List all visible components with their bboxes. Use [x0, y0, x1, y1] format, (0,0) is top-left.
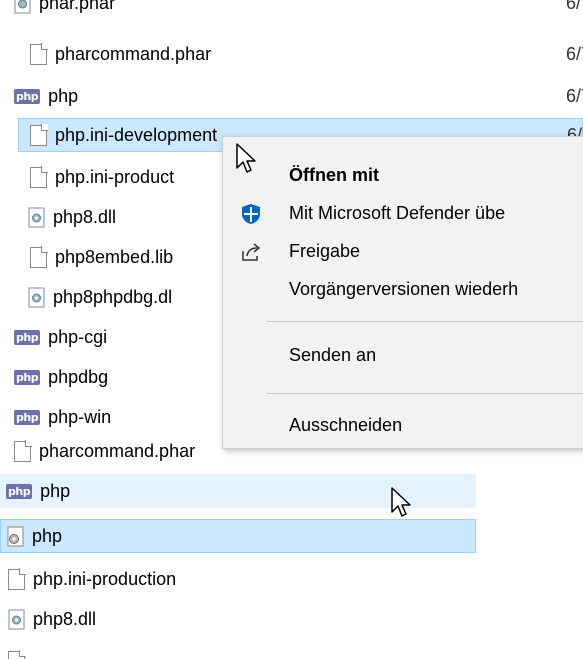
list-item[interactable]: php8phpdbg.dl [0, 280, 222, 314]
menu-item-open-with[interactable]: Öffnen mit [223, 157, 583, 193]
list-item[interactable]: php php-win [0, 400, 222, 434]
document-icon [8, 650, 26, 659]
menu-item-cut[interactable]: Ausschneiden [223, 407, 583, 443]
menu-item-share[interactable]: Freigabe [223, 233, 583, 269]
php-icon: php [14, 369, 41, 385]
file-name: php-cgi [48, 326, 108, 347]
context-menu: Öffnen mit Mit Microsoft Defender übe Fr… [222, 136, 583, 449]
file-date: 6/7/2 [566, 43, 583, 64]
dll-icon [28, 207, 45, 227]
document-icon [30, 166, 48, 188]
file-name: pharcommand.phar [55, 43, 212, 64]
file-name: php [32, 525, 63, 546]
document-icon [30, 43, 48, 65]
document-icon [30, 246, 48, 268]
list-item[interactable]: php php-cgi [0, 320, 222, 354]
file-name: php8.dll [53, 206, 117, 227]
file-date: 6/7/2 [566, 0, 583, 13]
list-item[interactable]: phar.phar 6/7/2 [0, 0, 583, 20]
file-date: 6/7/2 [566, 85, 583, 106]
list-item[interactable]: pharcommand.phar 6/7/2 [0, 37, 583, 71]
file-name: pharcommand.phar [39, 440, 196, 461]
shield-icon [242, 204, 260, 224]
php-icon: php [6, 483, 33, 499]
list-item[interactable]: pharcommand.phar [0, 440, 583, 468]
list-item[interactable]: php8embed.lib [0, 240, 222, 274]
menu-item-label: Öffnen mit [289, 164, 379, 185]
file-list-bottom: pharcommand.phar php php php php.ini-pro… [0, 440, 583, 659]
menu-separator [267, 321, 583, 322]
php-icon: php [14, 409, 41, 425]
mouse-cursor-icon [391, 487, 411, 517]
menu-item-restore-previous-versions[interactable]: Vorgängerversionen wiederh [223, 271, 583, 307]
file-name: php.ini-development [55, 124, 218, 145]
menu-item-defender-scan[interactable]: Mit Microsoft Defender übe [223, 195, 583, 231]
list-item[interactable]: php phpdbg [0, 360, 222, 394]
dll-icon [8, 609, 25, 629]
mouse-cursor-icon [236, 143, 256, 173]
file-name: php [40, 480, 71, 501]
file-name: php8embed.lib [55, 246, 174, 267]
document-icon [8, 568, 26, 590]
php-icon: php [14, 329, 41, 345]
list-item[interactable]: php.ini-production [0, 562, 583, 596]
file-name: phpdbg [48, 366, 109, 387]
php-icon: php [14, 88, 41, 104]
menu-item-send-to[interactable]: Senden an [223, 337, 583, 373]
list-item[interactable]: php8.dll [0, 200, 222, 234]
share-icon [242, 243, 261, 261]
list-item[interactable]: php.ini-product [0, 160, 222, 194]
file-name: php-win [48, 406, 112, 427]
list-item[interactable]: php8.dll [0, 602, 583, 636]
file-name: phar.phar [39, 0, 116, 13]
menu-item-label: Ausschneiden [289, 414, 403, 435]
list-item-selected[interactable]: php [0, 519, 476, 553]
dll-icon [28, 287, 45, 307]
menu-item-label: Vorgängerversionen wiederh [289, 278, 519, 299]
file-name: php.ini-product [55, 166, 175, 187]
document-icon [14, 440, 32, 462]
file-name: php.ini-production [33, 568, 177, 589]
dll-icon [14, 0, 31, 13]
file-name: php8.dll [33, 608, 97, 629]
menu-item-label: Senden an [289, 344, 377, 365]
file-name: php8phpdbg.dl [53, 286, 173, 307]
gear-document-icon [7, 526, 24, 546]
file-name: php [48, 85, 79, 106]
document-icon [30, 124, 48, 146]
menu-separator [267, 393, 583, 394]
menu-item-label: Mit Microsoft Defender übe [289, 202, 506, 223]
list-item[interactable]: php php 6/7/2 [0, 79, 583, 113]
menu-item-label: Freigabe [289, 240, 361, 261]
list-item[interactable] [0, 644, 583, 659]
